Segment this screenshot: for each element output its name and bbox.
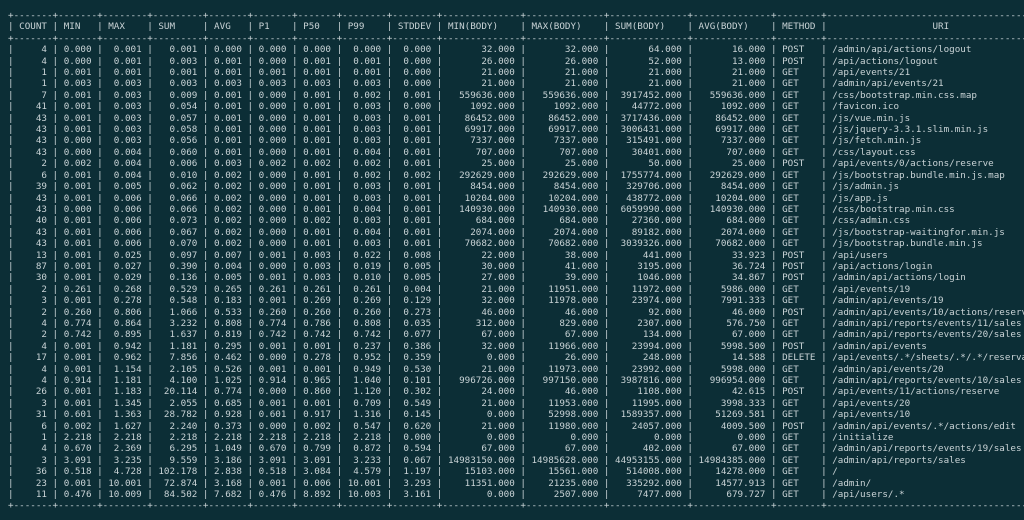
table-row: | 43 | 0.001 | 0.003 | 0.057 | 0.001 | 0… (8, 112, 1024, 124)
table-border: +-------+-------+--------+---------+----… (8, 500, 1024, 512)
table-row: | 4 | 0.000 | 0.001 | 0.001 | 0.000 | 0.… (8, 44, 1024, 56)
table-row: | 41 | 0.001 | 0.003 | 0.054 | 0.001 | 0… (8, 101, 1024, 113)
table-row: | 7 | 0.001 | 0.003 | 0.009 | 0.001 | 0.… (8, 89, 1024, 101)
table-row: | 43 | 0.001 | 0.003 | 0.058 | 0.001 | 0… (8, 124, 1024, 136)
table-border: +-------+-------+--------+---------+----… (8, 32, 1024, 44)
table-row: | 3 | 0.001 | 1.345 | 2.055 | 0.685 | 0.… (8, 397, 1024, 409)
table-row: | 43 | 0.001 | 0.006 | 0.067 | 0.002 | 0… (8, 226, 1024, 238)
table-row: | 3 | 0.001 | 0.278 | 0.548 | 0.183 | 0.… (8, 295, 1024, 307)
table-row: | 4 | 0.001 | 1.154 | 2.105 | 0.526 | 0.… (8, 363, 1024, 375)
table-border: +-------+-------+--------+---------+----… (8, 10, 1024, 21)
table-header: | COUNT | MIN | MAX | SUM | AVG | P1 | P… (8, 21, 1024, 33)
table-row: | 43 | 0.001 | 0.006 | 0.070 | 0.002 | 0… (8, 238, 1024, 250)
table-row: | 43 | 0.000 | 0.006 | 0.066 | 0.002 | 0… (8, 203, 1024, 215)
table-row: | 31 | 0.601 | 1.363 | 28.782 | 0.928 | … (8, 409, 1024, 421)
table-row: | 23 | 0.001 | 10.001 | 72.874 | 3.168 |… (8, 477, 1024, 489)
table-row: | 43 | 0.000 | 0.003 | 0.056 | 0.001 | 0… (8, 135, 1024, 147)
table-row: | 2 | 0.742 | 0.895 | 1.637 | 0.819 | 0.… (8, 329, 1024, 341)
table-row: | 26 | 0.001 | 1.183 | 20.114 | 0.774 | … (8, 386, 1024, 398)
table-row: | 4 | 0.670 | 2.369 | 6.295 | 1.049 | 0.… (8, 443, 1024, 455)
table-row: | 2 | 0.002 | 0.004 | 0.006 | 0.003 | 0.… (8, 158, 1024, 170)
table-row: | 2 | 0.260 | 0.806 | 1.066 | 0.533 | 0.… (8, 306, 1024, 318)
table-row: | 1 | 2.218 | 2.218 | 2.218 | 2.218 | 2.… (8, 432, 1024, 444)
terminal-window[interactable]: +-------+-------+--------+---------+----… (0, 0, 1024, 520)
table-row: | 17 | 0.001 | 0.962 | 7.856 | 0.462 | 0… (8, 352, 1024, 364)
table-row: | 30 | 0.001 | 0.029 | 0.136 | 0.005 | 0… (8, 272, 1024, 284)
table-row: | 11 | 0.476 | 10.009 | 84.502 | 7.682 |… (8, 489, 1024, 501)
table-row: | 36 | 0.518 | 4.728 | 102.178 | 2.838 |… (8, 466, 1024, 478)
table-row: | 40 | 0.001 | 0.006 | 0.073 | 0.002 | 0… (8, 215, 1024, 227)
table-row: | 2 | 0.261 | 0.268 | 0.529 | 0.265 | 0.… (8, 283, 1024, 295)
table-row: | 43 | 0.000 | 0.004 | 0.060 | 0.001 | 0… (8, 146, 1024, 158)
alp-output-table: +-------+-------+--------+---------+----… (8, 10, 1024, 512)
table-row: | 4 | 0.000 | 0.001 | 0.003 | 0.001 | 0.… (8, 55, 1024, 67)
table-row: | 43 | 0.001 | 0.006 | 0.066 | 0.002 | 0… (8, 192, 1024, 204)
table-row: | 6 | 0.002 | 1.627 | 2.240 | 0.373 | 0.… (8, 420, 1024, 432)
table-row: | 13 | 0.001 | 0.025 | 0.097 | 0.007 | 0… (8, 249, 1024, 261)
table-row: | 87 | 0.001 | 0.027 | 0.390 | 0.004 | 0… (8, 260, 1024, 272)
table-row: | 4 | 0.001 | 0.942 | 1.181 | 0.295 | 0.… (8, 340, 1024, 352)
table-row: | 6 | 0.001 | 0.004 | 0.010 | 0.002 | 0.… (8, 169, 1024, 181)
table-row: | 3 | 3.091 | 3.235 | 9.559 | 3.186 | 3.… (8, 454, 1024, 466)
table-row: | 1 | 0.001 | 0.001 | 0.001 | 0.001 | 0.… (8, 67, 1024, 79)
table-row: | 4 | 0.774 | 0.864 | 3.232 | 0.808 | 0.… (8, 317, 1024, 329)
table-row: | 39 | 0.001 | 0.005 | 0.062 | 0.002 | 0… (8, 181, 1024, 193)
table-row: | 1 | 0.003 | 0.003 | 0.003 | 0.003 | 0.… (8, 78, 1024, 90)
table-row: | 4 | 0.914 | 1.181 | 4.100 | 1.025 | 0.… (8, 375, 1024, 386)
